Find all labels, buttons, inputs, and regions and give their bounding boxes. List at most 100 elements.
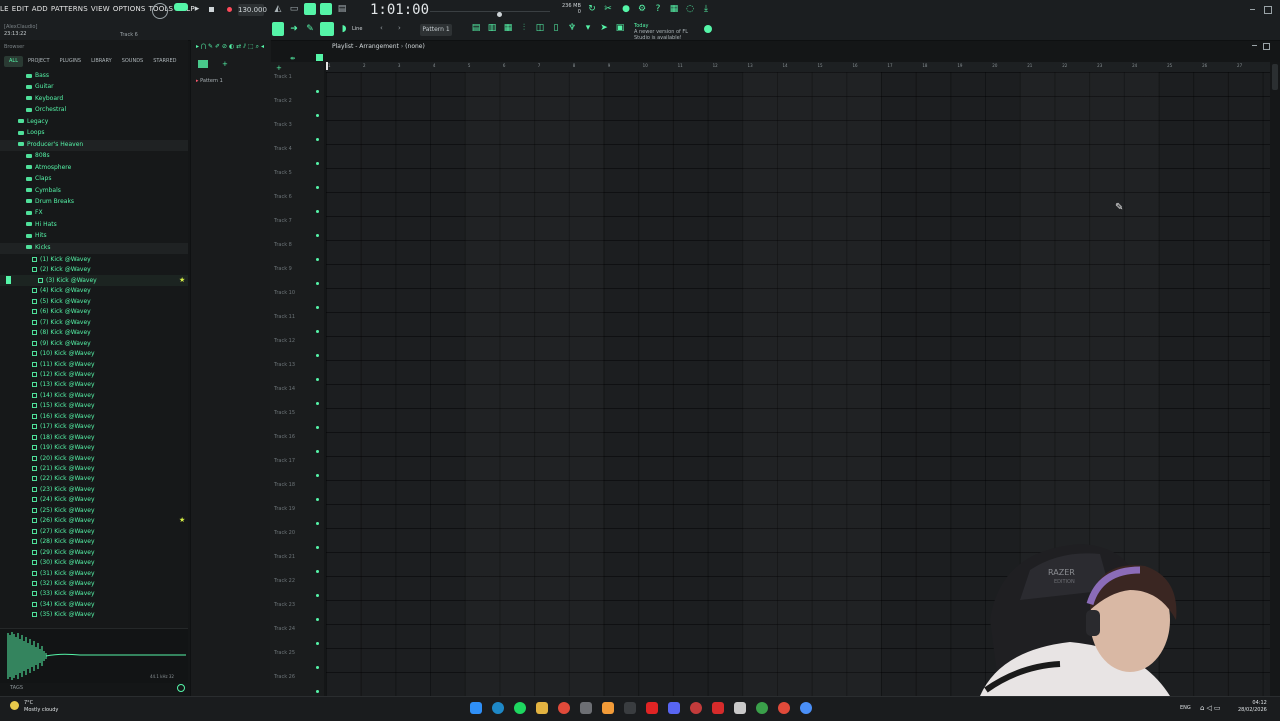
track-label[interactable]: Track 3 (274, 122, 292, 128)
pattern-prev-icon[interactable]: ‹ (380, 24, 383, 32)
zoom-icon[interactable]: ⇹ (290, 55, 295, 62)
track-label[interactable]: Track 13 (274, 362, 295, 368)
piano-roll-icon[interactable]: ▥ (486, 22, 498, 34)
browser-file-item[interactable]: (28) Kick @Wavey (32, 538, 95, 545)
menu-edit[interactable]: EDIT (12, 5, 29, 13)
touch-keyboard-icon[interactable]: ▾ (582, 22, 594, 34)
browser-file-item[interactable]: (5) Kick @Wavey (32, 298, 91, 305)
track-label[interactable]: Track 17 (274, 458, 295, 464)
track-mute-icon[interactable] (316, 354, 319, 357)
track-mute-icon[interactable] (316, 258, 319, 261)
channel-rack-icon[interactable]: ▦ (502, 22, 514, 34)
recorder-icon[interactable] (712, 702, 724, 714)
browser-file-item[interactable]: (3) Kick @Wavey (38, 277, 97, 284)
plugin-icon[interactable]: ♆ (566, 22, 578, 34)
track-label[interactable]: Track 12 (274, 338, 295, 344)
browser-file-item[interactable]: (16) Kick @Wavey (32, 413, 95, 420)
browser-folder-item[interactable]: Loops (18, 129, 45, 136)
browser-folder-item[interactable]: Cymbals (26, 187, 61, 194)
send-icon[interactable]: ➤ (598, 22, 610, 34)
track-label[interactable]: Track 23 (274, 602, 295, 608)
track-label[interactable]: Track 18 (274, 482, 295, 488)
playlist-icon[interactable]: ▤ (470, 22, 482, 34)
countdown-icon[interactable] (304, 3, 316, 15)
track-label[interactable]: Track 11 (274, 314, 295, 320)
tags-label[interactable]: TAGS (10, 685, 23, 691)
file-explorer-icon[interactable] (536, 702, 548, 714)
blend-notes-icon[interactable]: ▤ (336, 3, 348, 15)
browser-file-item[interactable]: (29) Kick @Wavey (32, 549, 95, 556)
search-icon[interactable] (177, 684, 185, 692)
track-label[interactable]: Track 21 (274, 554, 295, 560)
grid-icon[interactable] (316, 54, 323, 61)
song-mode-switch[interactable] (174, 3, 188, 11)
news-panel[interactable]: Today A newer version of FL Studio is av… (634, 23, 704, 41)
menu-file[interactable]: LE (0, 5, 9, 13)
browser-file-item[interactable]: (19) Kick @Wavey (32, 444, 95, 451)
fl-studio-icon[interactable] (602, 702, 614, 714)
cut-icon[interactable]: ✂ (602, 3, 614, 15)
battery-icon[interactable]: ▭ (1214, 704, 1223, 712)
star-icon[interactable]: ★ (179, 516, 185, 524)
track-label[interactable]: Track 8 (274, 242, 292, 248)
browser-folder-item[interactable]: Guitar (26, 83, 54, 90)
snap-icon[interactable]: ◗ (338, 23, 350, 35)
system-tray[interactable]: ⌂◁▭ (1200, 704, 1222, 712)
track-mute-icon[interactable] (316, 498, 319, 501)
maximize-icon[interactable] (1264, 6, 1272, 14)
browser-file-item[interactable]: (2) Kick @Wavey (32, 266, 91, 273)
mixer-icon[interactable]: ▦ (668, 3, 680, 15)
chrome-profile-icon[interactable] (778, 702, 790, 714)
browser-file-item[interactable]: (22) Kick @Wavey (32, 475, 95, 482)
track-label[interactable]: Track 26 (274, 674, 295, 680)
track-label[interactable]: Track 15 (274, 410, 295, 416)
track-label[interactable]: Track 6 (274, 194, 292, 200)
tab-library[interactable]: LIBRARY (86, 56, 117, 67)
pattern-selector[interactable]: Pattern 1 (420, 24, 452, 36)
track-label[interactable]: Track 10 (274, 290, 295, 296)
tab-all[interactable]: ALL (4, 56, 23, 67)
track-mute-icon[interactable] (316, 330, 319, 333)
browser-folder-item[interactable]: Claps (26, 175, 51, 182)
magnet-icon[interactable] (320, 22, 334, 36)
undo-history-icon[interactable]: ↻ (586, 3, 598, 15)
settings-icon[interactable]: ⚙ (636, 3, 648, 15)
pattern-next-icon[interactable]: › (398, 24, 401, 32)
draw-tool-icon[interactable]: ✎ (208, 43, 215, 50)
pencil-icon[interactable]: ✎ (304, 23, 316, 35)
track-mute-icon[interactable] (316, 186, 319, 189)
stop-icon[interactable] (209, 7, 214, 12)
help-icon[interactable]: ? (652, 3, 664, 15)
browser-file-item[interactable]: (4) Kick @Wavey (32, 287, 91, 294)
tab-starred[interactable]: STARRED (148, 56, 181, 67)
track-mute-icon[interactable] (316, 618, 319, 621)
update-icon[interactable] (704, 25, 712, 33)
browser-file-item[interactable]: (13) Kick @Wavey (32, 381, 95, 388)
track-mute-icon[interactable] (316, 114, 319, 117)
track-label[interactable]: Track 2 (274, 98, 292, 104)
track-mute-icon[interactable] (316, 450, 319, 453)
playlist-window-icon[interactable] (272, 22, 284, 36)
track-label[interactable]: Track 25 (274, 650, 295, 656)
track-mute-icon[interactable] (316, 594, 319, 597)
volume-icon[interactable]: ◁ (1206, 704, 1213, 712)
browser-file-item[interactable]: (7) Kick @Wavey (32, 319, 91, 326)
delete-tool-icon[interactable]: ⊘ (222, 43, 229, 50)
browser-icon[interactable]: ◫ (534, 22, 546, 34)
browser-file-item[interactable]: (26) Kick @Wavey (32, 517, 95, 524)
timeline-ruler[interactable]: 1 2 3 4 5 6 7 8 9 10 11 12 13 14 15 16 17 18 19 20 21 22 23 24 2… (326, 62, 1270, 72)
paint-tool-icon[interactable]: ✐ (215, 43, 222, 50)
weather-icon[interactable] (10, 701, 19, 710)
browser-file-item[interactable]: (8) Kick @Wavey (32, 329, 91, 336)
song-position[interactable]: 1:01:00 (370, 2, 429, 18)
select-tool-icon[interactable]: ⬚ (248, 43, 256, 50)
magnet-tool-icon[interactable]: ⋂ (201, 43, 208, 50)
tempo-display[interactable]: 130.000 (238, 4, 267, 16)
store-icon[interactable]: ▣ (614, 22, 626, 34)
picker-view-icon[interactable] (198, 60, 208, 68)
play-tool-icon[interactable]: ◂ (261, 43, 266, 50)
track-label[interactable]: Track 4 (274, 146, 292, 152)
download-icon[interactable]: ⤓ (700, 3, 712, 15)
obs-icon[interactable] (580, 702, 592, 714)
browser-file-item[interactable]: (27) Kick @Wavey (32, 528, 95, 535)
